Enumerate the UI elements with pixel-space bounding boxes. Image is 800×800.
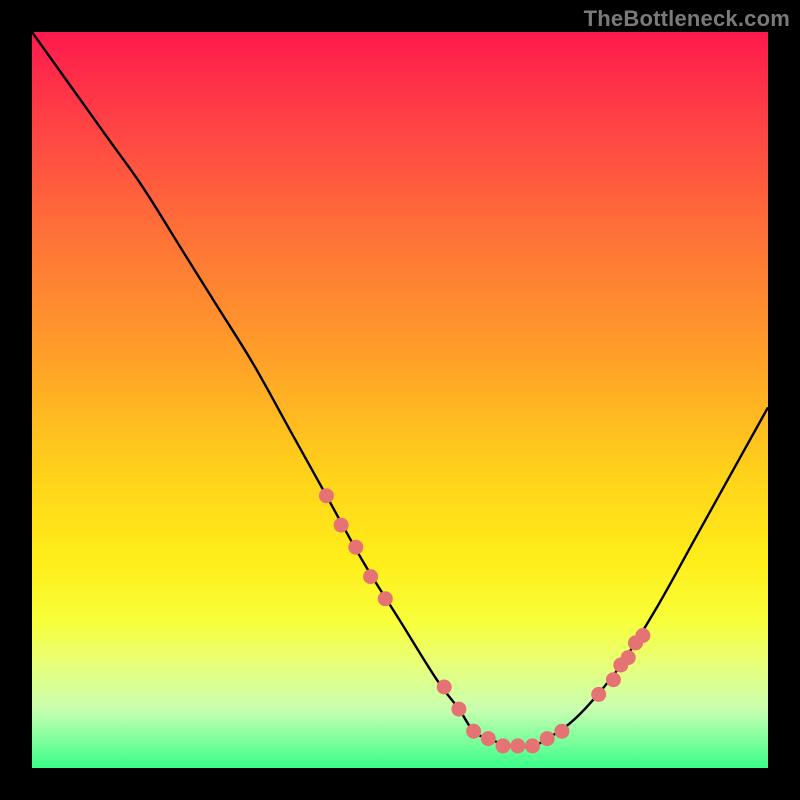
curve-marker	[591, 687, 606, 702]
curve-marker	[348, 540, 363, 555]
watermark-text: TheBottleneck.com	[584, 6, 790, 32]
plot-area	[32, 32, 768, 768]
chart-frame: TheBottleneck.com	[0, 0, 800, 800]
curve-marker	[554, 724, 569, 739]
curve-marker	[525, 738, 540, 753]
curve-marker	[606, 672, 621, 687]
curve-marker	[496, 738, 511, 753]
curve-svg	[32, 32, 768, 768]
curve-marker	[466, 724, 481, 739]
curve-marker	[334, 518, 349, 533]
curve-marker	[510, 738, 525, 753]
curve-markers	[319, 488, 651, 753]
bottleneck-curve	[32, 32, 768, 747]
curve-marker	[437, 680, 452, 695]
curve-marker	[621, 650, 636, 665]
curve-marker	[540, 731, 555, 746]
curve-marker	[319, 488, 334, 503]
curve-marker	[635, 628, 650, 643]
curve-marker	[451, 702, 466, 717]
curve-marker	[481, 731, 496, 746]
curve-marker	[363, 569, 378, 584]
curve-marker	[378, 591, 393, 606]
